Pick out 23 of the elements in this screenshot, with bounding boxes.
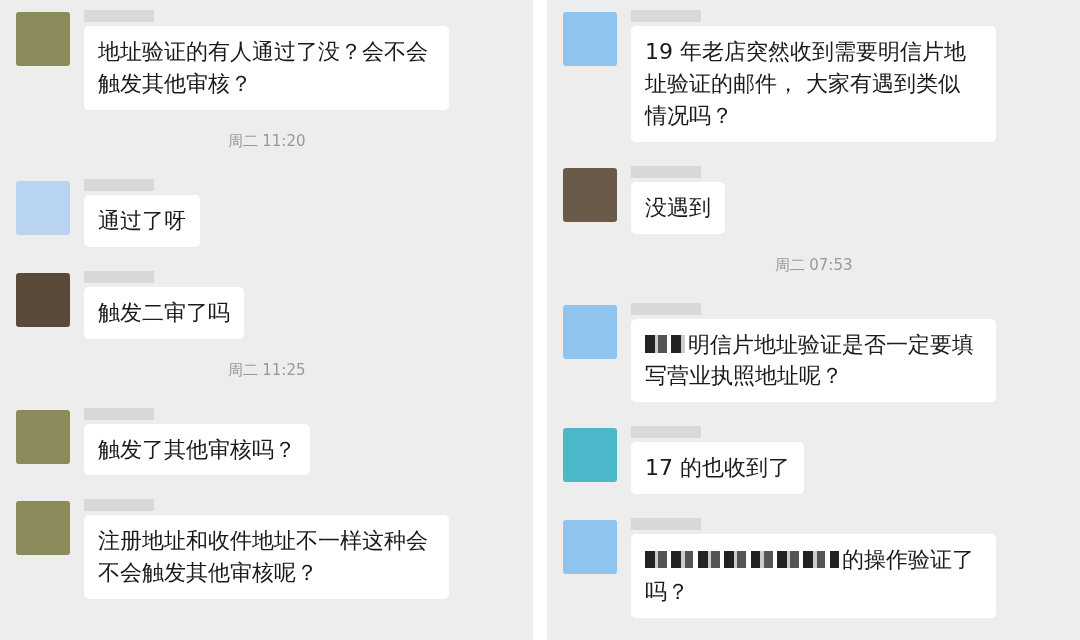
message-text: 触发二审了吗 [98,299,230,325]
avatar-placeholder[interactable] [563,167,617,222]
message-text: 19 年老店突然收到需要明信片地址验证的邮件， 大家有遇到类似情况吗？ [645,39,966,128]
avatar-placeholder[interactable] [563,304,617,359]
avatar-placeholder[interactable] [563,12,617,66]
avatar-placeholder[interactable] [16,272,70,327]
message-text: 触发了其他审核吗？ [98,436,296,462]
message-text: 通过了呀 [98,207,186,233]
avatar-placeholder[interactable] [563,520,617,575]
avatar-placeholder[interactable] [16,180,70,235]
timestamp: 周二 11:20 [227,131,306,150]
avatar-placeholder[interactable] [16,409,70,464]
avatar-placeholder[interactable] [16,501,70,556]
timestamp: 周二 11:25 [227,360,306,379]
message-text: 17 的也收到了 [645,455,790,481]
timestamp: 周二 07:53 [774,255,853,274]
avatar-placeholder[interactable] [16,12,70,66]
message-text: 没遇到 [645,194,711,220]
message-text: 注册地址和收件地址不一样这种会不会触发其他审核呢？ [98,528,428,586]
message-text: 明信片地址验证是否一定要填写营业执照地址呢？ [645,331,974,389]
message-text: 地址验证的有人通过了没？会不会触发其他审核？ [98,39,428,96]
message-text: 的操作验证了吗？ [645,547,974,605]
avatar-placeholder[interactable] [563,428,617,483]
